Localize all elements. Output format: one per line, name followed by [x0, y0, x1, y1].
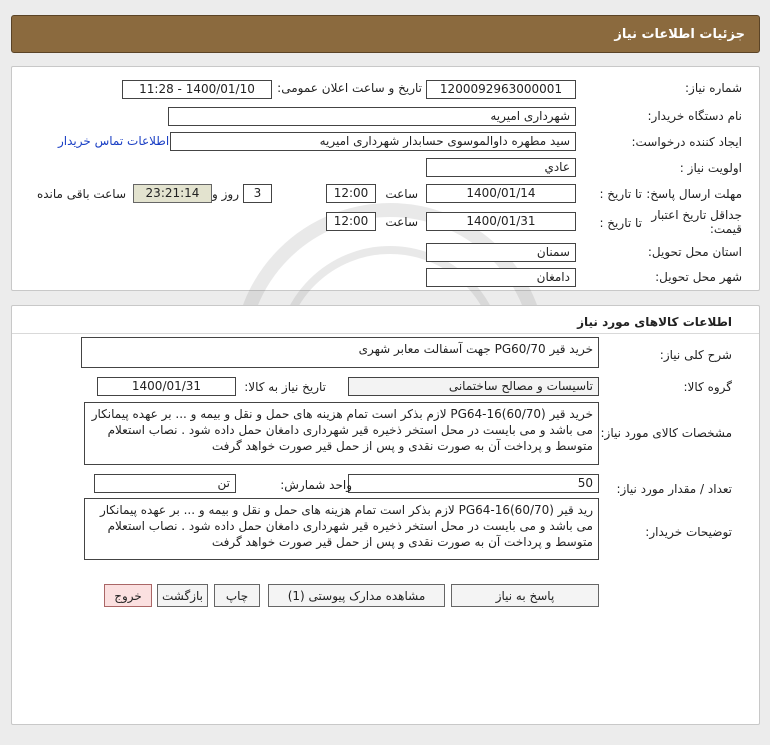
buyer-notes-label: توضیحات خریدار:: [645, 525, 732, 539]
priority-label: اولویت نیاز :: [679, 161, 742, 175]
need-date-label: تاریخ نیاز به کالا:: [244, 380, 326, 394]
province-field: سمنان: [426, 243, 576, 262]
print-button[interactable]: چاپ: [214, 584, 260, 607]
goods-divider: [12, 333, 759, 334]
remaining-time-timer: 23:21:14: [133, 184, 212, 203]
deadline-date-field: 1400/01/14: [426, 184, 576, 203]
validity-to-date-label: تا تاریخ :: [599, 216, 642, 230]
need-number-label: شماره نیاز:: [685, 81, 742, 95]
goods-group-label: گروه کالا:: [683, 380, 733, 394]
goods-spec-field: خرید قیر (PG64-16(60/70 لازم بذکر است تم…: [84, 402, 599, 465]
remaining-days-field: 3: [243, 184, 272, 203]
validity-time-field: 12:00: [326, 212, 376, 231]
deadline-to-date-label: تا تاریخ :: [599, 187, 642, 201]
unit-label: واحد شمارش:: [280, 478, 352, 492]
remaining-days-label: روز و: [212, 187, 239, 201]
quantity-label: تعداد / مقدار مورد نیاز:: [616, 482, 732, 496]
buyer-notes-field: رید قیر (PG64-16(60/70 لازم بذکر است تما…: [84, 498, 599, 560]
general-desc-label: شرح کلی نیاز:: [659, 348, 732, 362]
creator-field: سید مطهره داوالموسوی حسابدار شهرداری امی…: [170, 132, 576, 151]
validity-label-price: قیمت:: [709, 222, 742, 236]
unit-field: تن: [94, 474, 236, 493]
announce-datetime-label: تاریخ و ساعت اعلان عمومی:: [277, 81, 422, 95]
priority-field: عادي: [426, 158, 576, 177]
general-desc-field: خرید قیر PG60/70 جهت آسفالت معابر شهری: [81, 337, 599, 368]
buyer-field: شهرداری امیریه: [168, 107, 576, 126]
goods-section-title: اطلاعات کالاهای مورد نیاز: [577, 315, 732, 329]
reply-button[interactable]: پاسخ به نیاز: [451, 584, 599, 607]
goods-group-field: تاسیسات و مصالح ساختمانی: [348, 377, 599, 396]
back-button[interactable]: بازگشت: [157, 584, 208, 607]
province-label: استان محل تحویل:: [647, 245, 742, 259]
city-label: شهر محل تحویل:: [655, 270, 742, 284]
goods-spec-label: مشخصات کالای مورد نیاز:: [600, 426, 732, 440]
validity-time-label: ساعت: [385, 215, 418, 229]
creator-label: ایجاد کننده درخواست:: [631, 135, 742, 149]
deadline-time-field: 12:00: [326, 184, 376, 203]
page-header: جزئیات اطلاعات نیاز: [11, 15, 760, 53]
need-number-field: 1200092963000001: [426, 80, 576, 99]
quantity-field: 50: [348, 474, 599, 493]
deadline-time-label: ساعت: [385, 187, 418, 201]
buyer-contact-link[interactable]: اطلاعات تماس خریدار: [58, 134, 169, 148]
city-field: دامغان: [426, 268, 576, 287]
exit-button[interactable]: خروج: [104, 584, 152, 607]
announce-datetime-field: 1400/01/10 - 11:28: [122, 80, 272, 99]
need-date-field: 1400/01/31: [97, 377, 236, 396]
buyer-label: نام دستگاه خریدار:: [647, 109, 743, 123]
remaining-time-label: ساعت باقی مانده: [36, 187, 126, 201]
page-title: جزئیات اطلاعات نیاز: [614, 27, 745, 42]
validity-label: جداقل تاریخ اعتبار: [651, 208, 742, 222]
view-attachments-button[interactable]: مشاهده مدارک پیوستی (1): [268, 584, 445, 607]
deadline-label: مهلت ارسال پاسخ:: [646, 187, 742, 201]
validity-date-field: 1400/01/31: [426, 212, 576, 231]
